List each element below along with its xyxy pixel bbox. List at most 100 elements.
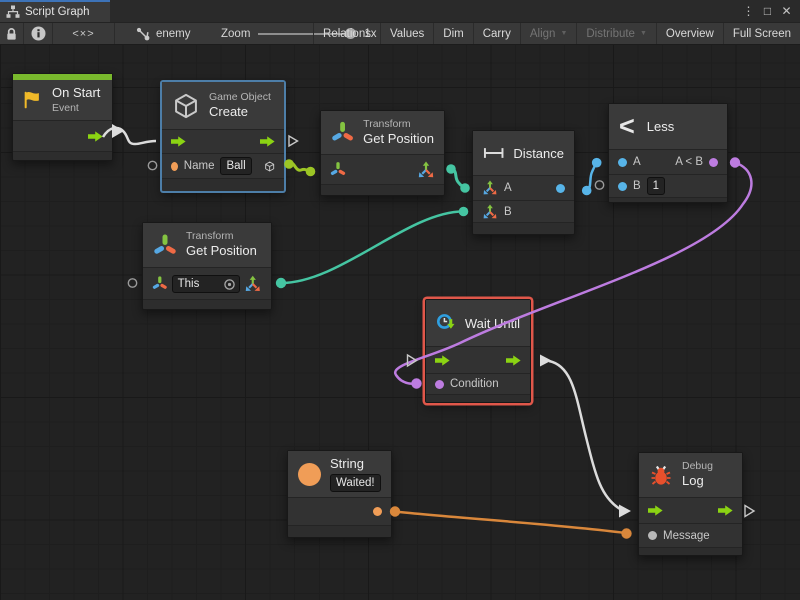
flow-in-port[interactable] bbox=[648, 505, 663, 516]
transform-in-port[interactable] bbox=[152, 275, 168, 292]
vector3-in-port[interactable] bbox=[482, 204, 498, 220]
b-value-field[interactable]: 1 bbox=[647, 177, 665, 195]
target-field[interactable]: This bbox=[172, 275, 241, 293]
flow-in-port[interactable] bbox=[171, 136, 186, 147]
name-field[interactable]: Ball bbox=[220, 157, 251, 175]
maximize-icon[interactable]: □ bbox=[758, 0, 777, 22]
connection-string-to-message[interactable] bbox=[395, 512, 626, 534]
connection-create-to-getposition[interactable] bbox=[289, 163, 310, 172]
tab-title: Script Graph bbox=[25, 6, 90, 18]
wire-endpoint[interactable] bbox=[730, 157, 740, 167]
node-string[interactable]: String Waited! bbox=[287, 450, 392, 538]
flow-in-port[interactable] bbox=[435, 355, 450, 366]
flow-out-port[interactable] bbox=[260, 136, 275, 147]
node-footer bbox=[288, 526, 391, 537]
graph-canvas[interactable]: On Start Event Game Object Create bbox=[0, 45, 800, 600]
close-icon[interactable]: ✕ bbox=[777, 0, 796, 22]
node-get-position-top[interactable]: Transform Get Position bbox=[320, 110, 445, 196]
lock-icon bbox=[5, 27, 18, 41]
node-footer bbox=[13, 152, 112, 160]
node-title: String bbox=[330, 456, 381, 472]
wire-endpoint[interactable] bbox=[582, 186, 592, 196]
node-wait-until[interactable]: Wait Until Condition bbox=[425, 299, 531, 403]
node-get-position-left[interactable]: Transform Get Position This bbox=[142, 222, 272, 310]
vector3-out-port[interactable] bbox=[417, 161, 435, 179]
wire-endpoint[interactable] bbox=[460, 183, 470, 193]
node-title: Distance bbox=[513, 146, 564, 161]
game-object-out-port[interactable] bbox=[264, 159, 275, 174]
flow-out-port[interactable] bbox=[718, 505, 733, 516]
name-row: Name Ball bbox=[162, 154, 284, 179]
node-distance[interactable]: Distance A B bbox=[472, 130, 575, 235]
bug-icon bbox=[649, 463, 673, 487]
distribute-button[interactable]: Distribute▼ bbox=[576, 23, 656, 44]
name-label: Name bbox=[184, 160, 215, 172]
string-value-port[interactable] bbox=[171, 162, 178, 171]
node-footer bbox=[321, 185, 444, 195]
wire-endpoint[interactable] bbox=[306, 167, 316, 177]
flow-out-port[interactable] bbox=[506, 355, 521, 366]
node-footer bbox=[162, 179, 284, 191]
node-debug-log[interactable]: Debug Log Message bbox=[638, 452, 743, 556]
connection-getposition-to-distance-a[interactable] bbox=[451, 169, 465, 188]
vector3-in-port[interactable] bbox=[482, 180, 498, 196]
string-value-field[interactable]: Waited! bbox=[330, 474, 381, 492]
b-in-port[interactable] bbox=[618, 182, 627, 191]
node-category: Game Object bbox=[209, 91, 271, 104]
wire-endpoint[interactable] bbox=[276, 278, 286, 288]
vector3-out-port[interactable] bbox=[244, 275, 262, 293]
info-button[interactable] bbox=[24, 23, 53, 44]
graph-breadcrumb[interactable]: enemy bbox=[136, 23, 191, 44]
cube-icon bbox=[172, 92, 200, 120]
dim-button[interactable]: Dim bbox=[433, 23, 472, 44]
input-a-row: A A < B bbox=[609, 150, 727, 175]
wire-endpoint[interactable] bbox=[284, 159, 294, 169]
lock-button[interactable] bbox=[0, 23, 24, 44]
node-title: On Start bbox=[52, 85, 100, 101]
wire-endpoint[interactable] bbox=[592, 158, 602, 168]
wire-endpoint[interactable] bbox=[459, 207, 469, 217]
full-screen-button[interactable]: Full Screen bbox=[723, 23, 800, 44]
flow-row bbox=[162, 130, 284, 154]
target-picker-icon[interactable] bbox=[223, 278, 236, 291]
wire-endpoint[interactable] bbox=[621, 528, 631, 538]
graph-toolbar: <×> enemy Zoom 1x Relations Values Dim C… bbox=[0, 22, 800, 45]
connection-distance-to-less-a[interactable] bbox=[587, 163, 597, 191]
port-row bbox=[288, 498, 391, 526]
relations-button[interactable]: Relations bbox=[313, 23, 380, 44]
node-less[interactable]: < Less A A < B B 1 bbox=[608, 103, 728, 203]
message-in-port[interactable] bbox=[648, 531, 657, 540]
overview-button[interactable]: Overview bbox=[656, 23, 723, 44]
graph-name: enemy bbox=[156, 28, 191, 40]
flow-out-port[interactable] bbox=[88, 131, 103, 142]
transform-icon bbox=[331, 120, 354, 145]
titlebar: Script Graph ⋮ □ ✕ bbox=[0, 0, 800, 22]
flow-row bbox=[639, 498, 742, 524]
distance-out-port[interactable] bbox=[556, 184, 565, 193]
node-game-object-create[interactable]: Game Object Create Name Ball bbox=[161, 81, 285, 192]
a-in-port[interactable] bbox=[618, 158, 627, 167]
node-footer bbox=[609, 198, 727, 202]
connection-waituntil-to-log[interactable] bbox=[549, 361, 620, 509]
node-header: String Waited! bbox=[288, 451, 391, 498]
condition-label: Condition bbox=[450, 378, 499, 390]
result-out-port[interactable] bbox=[709, 158, 718, 167]
node-header: Wait Until bbox=[426, 300, 530, 347]
collapse-values-button[interactable]: <×> bbox=[53, 23, 115, 44]
tab-script-graph[interactable]: Script Graph bbox=[0, 0, 110, 22]
window-menu-icon[interactable]: ⋮ bbox=[739, 0, 758, 22]
connection-getposition-to-distance-b[interactable] bbox=[281, 212, 463, 284]
script-graph-icon bbox=[6, 5, 20, 19]
wire-endpoint[interactable] bbox=[411, 378, 421, 388]
condition-in-port[interactable] bbox=[435, 380, 444, 389]
string-out-port[interactable] bbox=[373, 507, 382, 516]
input-a-label: A bbox=[633, 156, 641, 168]
align-button[interactable]: Align▼ bbox=[520, 23, 577, 44]
node-category: Debug bbox=[682, 460, 713, 473]
transform-in-port[interactable] bbox=[330, 161, 346, 178]
carry-button[interactable]: Carry bbox=[473, 23, 520, 44]
wire-endpoint[interactable] bbox=[446, 164, 456, 174]
node-on-start-event[interactable]: On Start Event bbox=[12, 73, 113, 161]
values-button[interactable]: Values bbox=[380, 23, 433, 44]
node-header: Debug Log bbox=[639, 453, 742, 498]
